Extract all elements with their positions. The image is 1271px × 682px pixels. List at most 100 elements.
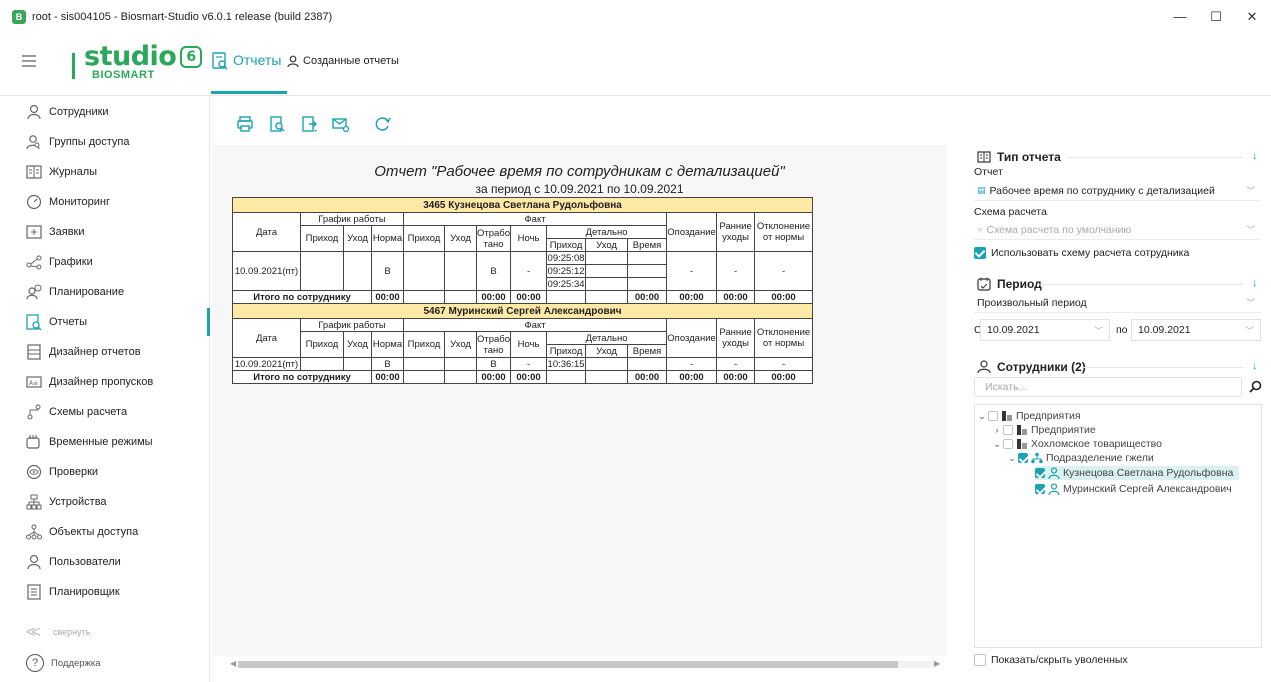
refresh-icon[interactable]	[374, 115, 392, 133]
checkbox-checked-icon[interactable]	[974, 247, 986, 259]
show-fired-label: Показать/скрыть уволенных	[991, 654, 1128, 666]
chevron-down-icon: ﹀	[1093, 326, 1103, 336]
export-icon[interactable]	[300, 115, 318, 133]
preview-icon[interactable]	[268, 115, 286, 133]
employees-header[interactable]: Сотрудники (2)	[977, 360, 1086, 374]
sidebar-item-calc-schemes[interactable]: Схемы расчета	[0, 398, 210, 426]
date-from-input[interactable]: 10.09.2021 ﹀	[980, 319, 1110, 341]
collapse-label: свернуть	[53, 627, 91, 637]
employee-tree: ⌄ Предприятия › Предприятие ⌄ Хохломское…	[974, 404, 1262, 648]
divider	[1082, 367, 1243, 368]
tree-node-khokhloma[interactable]: ⌄ Хохломское товарищество	[992, 437, 1162, 451]
sidebar-item-monitoring[interactable]: Мониторинг	[0, 188, 210, 216]
print-icon[interactable]	[236, 115, 254, 133]
tree-node-enterprise[interactable]: › Предприятие	[992, 423, 1096, 437]
checkbox-checked-icon[interactable]	[1035, 484, 1045, 494]
report-settings-panel: Тип отчета ↓ Отчет ▤ Рабочее время по со…	[967, 146, 1271, 682]
tab-reports[interactable]: Отчеты	[212, 52, 281, 96]
chevron-right-icon[interactable]: ›	[992, 425, 1002, 435]
checkbox-unchecked-icon[interactable]	[1003, 439, 1013, 449]
collapse-arrow-icon[interactable]: ↓	[1252, 150, 1258, 162]
checkbox-checked-icon[interactable]	[1035, 468, 1045, 478]
scroll-left-icon[interactable]: ◀	[230, 659, 236, 668]
eye-icon	[26, 464, 42, 480]
sidebar-item-checks[interactable]: Проверки	[0, 458, 210, 486]
col-detail: Детально	[546, 225, 668, 239]
tree-label: Предприятие	[1031, 424, 1096, 436]
search-icon[interactable]	[1249, 380, 1262, 393]
horizontal-scrollbar[interactable]: ◀ ▶	[230, 659, 942, 669]
use-scheme-checkbox[interactable]: Использовать схему расчета сотрудника	[974, 247, 1189, 259]
total-night: 00:00	[510, 370, 548, 384]
minimize-button[interactable]: —	[1163, 6, 1197, 28]
tree-node-enterprises[interactable]: ⌄ Предприятия	[977, 409, 1080, 423]
tree-node-kuznetsova[interactable]: Кузнецова Светлана Рудольфовна	[1035, 466, 1240, 480]
tree-node-murinsky[interactable]: Муринский Сергей Александрович	[1035, 482, 1232, 496]
menu-icon[interactable]	[22, 55, 36, 70]
sidebar-item-devices[interactable]: Устройства	[0, 488, 210, 516]
email-icon[interactable]	[332, 115, 350, 133]
report-period: за период с 10.09.2021 по 10.09.2021	[475, 182, 684, 196]
collapse-sidebar-button[interactable]: << свернуть	[0, 618, 210, 646]
report-icon	[212, 52, 228, 70]
col-schedule-in: Приход	[300, 225, 344, 252]
scrollbar-thumb[interactable]	[238, 661, 898, 668]
chevron-down-icon[interactable]: ⌄	[977, 411, 987, 422]
sidebar-item-users[interactable]: Пользователи	[0, 548, 210, 576]
collapse-arrow-icon[interactable]: ↓	[1252, 360, 1258, 372]
sidebar-item-time-modes[interactable]: Временные режимы	[0, 428, 210, 456]
sidebar-item-planning[interactable]: Планирование	[0, 278, 210, 306]
checkbox-unchecked-icon[interactable]	[974, 654, 986, 666]
sidebar-item-requests[interactable]: Заявки	[0, 218, 210, 246]
sidebar-item-employees[interactable]: Сотрудники	[0, 98, 210, 126]
sidebar-item-label: Временные режимы	[49, 436, 153, 448]
cell-detail-in: 10:36:15	[546, 357, 587, 371]
checkbox-checked-icon[interactable]	[1018, 453, 1028, 463]
checkbox-unchecked-icon[interactable]	[1003, 425, 1013, 435]
sidebar-item-access-objects[interactable]: Объекты доступа	[0, 518, 210, 546]
share-icon	[26, 255, 42, 270]
period-header[interactable]: Период	[977, 277, 1042, 291]
sidebar-item-charts[interactable]: Графики	[0, 248, 210, 276]
sidebar-item-report-designer[interactable]: Дизайнер отчетов	[0, 338, 210, 366]
collapse-arrow-icon[interactable]: ↓	[1252, 277, 1258, 289]
col-fact-in: Приход	[403, 331, 445, 358]
date-to-label: по	[1116, 324, 1128, 336]
report-select[interactable]: ▤ Рабочее время по сотруднику с детализа…	[974, 181, 1261, 201]
report-type-header[interactable]: Тип отчета	[977, 150, 1061, 164]
sidebar-item-access-groups[interactable]: Группы доступа	[0, 128, 210, 156]
help-icon: ?	[26, 654, 44, 672]
close-button[interactable]: ✕	[1235, 6, 1269, 28]
col-schedule-out: Уход	[343, 331, 372, 358]
hierarchy-icon	[1031, 452, 1043, 464]
date-to-input[interactable]: 10.09.2021 ﹀	[1131, 319, 1261, 341]
period-type-select[interactable]: Произвольный период ﹀	[974, 293, 1261, 313]
sidebar-item-label: Дизайнер пропусков	[49, 376, 154, 388]
show-fired-checkbox[interactable]: Показать/скрыть уволенных	[974, 654, 1128, 666]
scheme-select[interactable]: ⑂ Схема расчета по умолчанию ﹀	[974, 220, 1261, 240]
checkbox-unchecked-icon[interactable]	[988, 411, 998, 421]
scroll-right-icon[interactable]: ▶	[934, 659, 940, 668]
maximize-button[interactable]: ☐	[1199, 6, 1233, 28]
sidebar-item-pass-designer[interactable]: A≡ Дизайнер пропусков	[0, 368, 210, 396]
tree-node-gzhel[interactable]: ⌄ Подразделение гжели	[1007, 451, 1154, 465]
chevron-down-icon[interactable]: ⌄	[1007, 453, 1017, 464]
support-link[interactable]: ? Поддержка	[0, 649, 210, 677]
total-early: 00:00	[716, 290, 756, 304]
sidebar-item-reports[interactable]: Отчеты	[0, 308, 210, 336]
tab-reports-label: Отчеты	[233, 52, 282, 68]
employee-search-input[interactable]: Искать...	[974, 377, 1242, 397]
col-detail-in: Приход	[546, 344, 587, 358]
period-type-value: Произвольный период	[977, 296, 1087, 309]
sidebar-item-scheduler[interactable]: Планировщик	[0, 578, 210, 606]
tab-created-reports[interactable]: Созданные отчеты	[287, 55, 399, 67]
total-late: 00:00	[666, 370, 718, 384]
col-norm: Норма	[371, 225, 404, 252]
sidebar-item-journals[interactable]: Журналы	[0, 158, 210, 186]
gauge-icon	[26, 194, 42, 210]
chevron-down-icon[interactable]: ⌄	[992, 439, 1002, 450]
route-icon	[27, 404, 41, 420]
divider	[1067, 157, 1243, 158]
building-icon	[1002, 411, 1012, 421]
logo-subtitle: BIOSMART	[92, 69, 155, 81]
